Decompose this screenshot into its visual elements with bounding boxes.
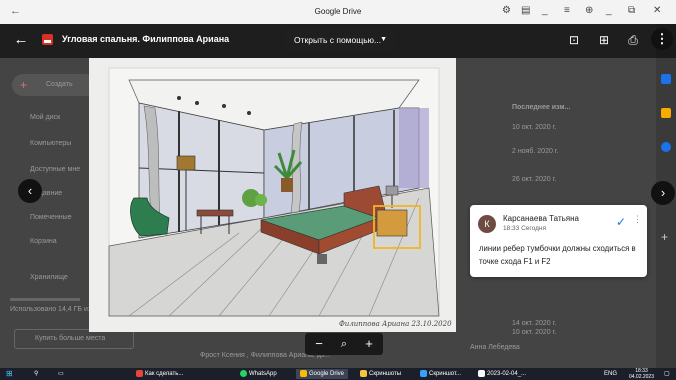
taskbar-item-label: 2023-02-04_... (487, 371, 527, 377)
windows-taskbar: ⊞ ⚲ ▭ Как сделать... WhatsApp Google Dri… (0, 368, 676, 380)
paint-icon (420, 369, 427, 377)
sidebar-item-computers[interactable]: Компьютеры (30, 140, 71, 147)
storage-bar (10, 298, 80, 301)
keep-icon[interactable] (661, 108, 671, 118)
taskbar-item-label: Скриншоты (369, 371, 402, 377)
close-preview-icon[interactable]: ← (12, 31, 30, 49)
more-actions-icon[interactable]: ⋮ (651, 28, 673, 50)
taskbar-item-label: Как сделать... (145, 371, 184, 377)
whatsapp-icon (240, 369, 247, 377)
task-view-icon[interactable]: ▭ (58, 369, 64, 379)
column-header-modified[interactable]: Последнее изм... (512, 104, 570, 111)
resolve-check-icon[interactable]: ✓ (616, 215, 626, 229)
add-to-drive-icon[interactable]: ⊡ (565, 31, 583, 49)
zoom-controls: − ⌕ + (305, 333, 383, 355)
taskbar-item[interactable]: Скриншот... (420, 369, 461, 379)
signature-text: Филиппова Ариана 23.10.2020 (339, 320, 452, 328)
open-with-button[interactable]: Открыть с помощью... ▼ (286, 29, 394, 51)
restore-icon[interactable]: ⧉ (628, 5, 635, 16)
calendar-icon[interactable] (661, 74, 671, 84)
close-icon[interactable]: ✕ (653, 5, 661, 16)
modified-date: 10 окт. 2020 г. (512, 124, 557, 131)
comment-time: 18:33 Сегодня (503, 225, 546, 232)
taskbar-item[interactable]: WhatsApp (240, 369, 277, 379)
image-file-icon (42, 34, 53, 45)
notifications-icon[interactable]: ▢ (664, 369, 670, 379)
sidebar-item-shared[interactable]: Доступные мне (30, 166, 80, 173)
create-button[interactable]: + Создать (12, 74, 96, 96)
comment-text: линии ребер тумбочки должны сходиться в … (479, 244, 636, 266)
taskbar-item[interactable]: 2023-02-04_... (478, 369, 526, 379)
modified-date: 10 окт. 2020 г. (512, 329, 557, 336)
language-indicator[interactable]: ENG (604, 369, 617, 379)
tasks-icon[interactable] (661, 142, 671, 152)
minimize-icon[interactable]: _ (606, 5, 612, 16)
open-with-label: Открыть с помощью... (294, 35, 382, 45)
drive-icon (300, 369, 307, 377)
create-label: Создать (46, 81, 73, 88)
browser-icon (136, 369, 143, 377)
add-addon-icon[interactable]: + (661, 230, 668, 244)
preview-file-title: Угловая спальня. Филиппова Ариана (62, 34, 230, 44)
zoom-out-icon[interactable]: − (310, 335, 328, 353)
avatar: К (478, 215, 496, 233)
chat-icon[interactable]: ▤ (521, 5, 530, 16)
next-file-icon[interactable]: › (651, 181, 675, 205)
extension-icon[interactable]: ⚙ (502, 5, 511, 16)
buy-storage-button[interactable]: Купить больше места (14, 329, 134, 349)
plus-icon: + (20, 78, 28, 92)
window-title-bar: ← Google Drive ⚙ ▤ _ ≡ ⊕ _ ⧉ ✕ (0, 0, 676, 24)
zoom-in-icon[interactable]: + (360, 335, 378, 353)
modified-date: 14 окт. 2020 г. (512, 320, 557, 327)
menu-icon[interactable]: ≡ (564, 5, 570, 16)
pin-icon[interactable]: ⊕ (585, 5, 593, 16)
bedroom-drawing-image: Филиппова Ариана 23.10.2020 (89, 58, 456, 332)
search-icon[interactable]: ⚲ (34, 369, 38, 379)
modified-date: 2 нояб. 2020 г. (512, 148, 559, 155)
sidebar-item-starred[interactable]: Помеченные (30, 214, 72, 221)
owner-name: Анна Лебедева (470, 344, 520, 351)
print-icon[interactable]: ⎙ (624, 31, 642, 49)
sidebar-item-trash[interactable]: Корзина (30, 238, 57, 245)
previous-file-icon[interactable]: ‹ (18, 179, 42, 203)
minimize-small-icon[interactable]: _ (542, 5, 548, 16)
taskbar-item-label: Google Drive (309, 371, 345, 377)
clock[interactable]: 18:33 04.02.2023 (629, 368, 654, 380)
folder-icon (360, 369, 367, 377)
taskbar-item[interactable]: Скриншоты (360, 369, 401, 379)
comment-more-icon[interactable]: ⋮ (633, 214, 642, 225)
add-comment-icon[interactable]: ⊞ (595, 31, 613, 49)
clock-date: 04.02.2023 (628, 374, 654, 380)
start-icon[interactable]: ⊞ (6, 369, 13, 379)
taskbar-item-active[interactable]: Google Drive (296, 369, 349, 379)
comment-author: Карсанаева Татьяна (503, 214, 579, 223)
modified-date: 26 окт. 2020 г. (512, 176, 557, 183)
image-icon (478, 369, 485, 377)
sidebar-item-storage[interactable]: Хранилище (30, 274, 68, 281)
caret-down-icon: ▼ (380, 36, 387, 43)
sidebar-item-my-drive[interactable]: Мой диск (30, 114, 60, 121)
window-title: Google Drive (314, 7, 362, 16)
taskbar-item-label: Скриншот... (429, 371, 462, 377)
buy-storage-label: Купить больше места (35, 335, 106, 342)
zoom-search-icon[interactable]: ⌕ (335, 335, 353, 353)
taskbar-item[interactable]: Как сделать... (136, 369, 183, 379)
taskbar-item-label: WhatsApp (249, 371, 277, 377)
comment-card[interactable]: К Карсанаева Татьяна 18:33 Сегодня ✓ ⋮ л… (470, 205, 647, 277)
drawing-svg: Филиппова Ариана 23.10.2020 (89, 58, 456, 332)
